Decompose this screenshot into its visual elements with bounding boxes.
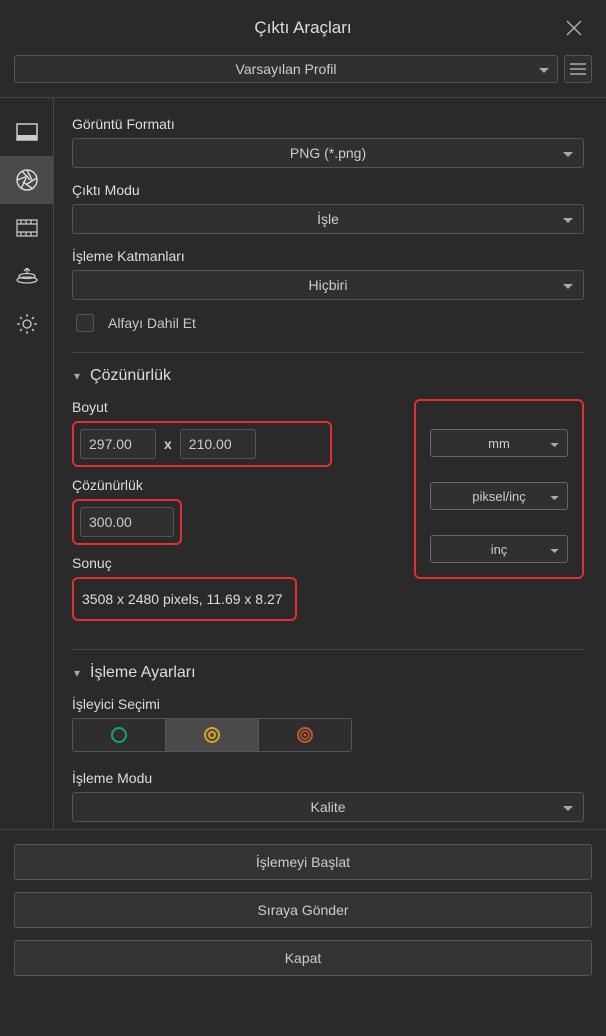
chevron-down-icon	[550, 436, 559, 451]
result-label: Sonuç	[72, 555, 332, 571]
chevron-down-icon	[563, 799, 573, 815]
profile-select[interactable]: Varsayılan Profil	[14, 55, 558, 83]
unit-size-select[interactable]: mm	[430, 429, 568, 457]
renderer-selector	[72, 718, 352, 752]
format-select[interactable]: PNG (*.png)	[72, 138, 584, 168]
profile-value: Varsayılan Profil	[236, 61, 337, 77]
render-section-header[interactable]: ▾ İşleme Ayarları	[74, 664, 584, 682]
layers-value: Hiçbiri	[309, 277, 348, 293]
resolution-input[interactable]: 300.00	[80, 507, 174, 537]
queue-button[interactable]: Sıraya Gönder	[14, 892, 592, 928]
layers-select[interactable]: Hiçbiri	[72, 270, 584, 300]
mode-label: Çıktı Modu	[72, 182, 584, 198]
renderer-option-2[interactable]	[166, 719, 259, 751]
profile-menu-button[interactable]	[564, 55, 592, 83]
renderer-option-1[interactable]	[73, 719, 166, 751]
unit-result-select[interactable]: inç	[430, 535, 568, 563]
close-button[interactable]: Kapat	[14, 940, 592, 976]
chevron-down-icon	[563, 145, 573, 161]
renderer-option-3[interactable]	[259, 719, 351, 751]
tab-sun[interactable]	[0, 300, 53, 348]
size-x: x	[164, 436, 172, 452]
mode-select[interactable]: İşle	[72, 204, 584, 234]
start-button[interactable]: İşlemeyi Başlat	[14, 844, 592, 880]
tab-stack[interactable]	[0, 252, 53, 300]
render-mode-value: Kalite	[310, 799, 345, 815]
tab-image[interactable]	[0, 108, 53, 156]
unit-result-value: inç	[491, 542, 508, 557]
result-value: 3508 x 2480 pixels, 11.69 x 8.27	[80, 585, 289, 613]
layers-label: İşleme Katmanları	[72, 248, 584, 264]
render-mode-label: İşleme Modu	[72, 770, 584, 786]
chevron-down-icon: ▾	[74, 666, 80, 680]
format-value: PNG (*.png)	[290, 145, 366, 161]
chevron-down-icon: ▾	[74, 369, 80, 383]
resolution-title: Çözünürlük	[90, 367, 171, 385]
tab-film[interactable]	[0, 204, 53, 252]
render-mode-select[interactable]: Kalite	[72, 792, 584, 822]
alpha-checkbox[interactable]	[76, 314, 94, 332]
size-height-input[interactable]: 210.00	[180, 429, 256, 459]
resolution-section-header[interactable]: ▾ Çözünürlük	[74, 367, 584, 385]
unit-res-select[interactable]: piksel/inç	[430, 482, 568, 510]
window-title: Çıktı Araçları	[254, 18, 351, 38]
alpha-label: Alfayı Dahil Et	[108, 315, 196, 331]
chevron-down-icon	[550, 489, 559, 504]
chevron-down-icon	[563, 211, 573, 227]
size-label: Boyut	[72, 399, 332, 415]
format-label: Görüntü Formatı	[72, 116, 584, 132]
chevron-down-icon	[550, 542, 559, 557]
chevron-down-icon	[563, 277, 573, 293]
size-width-input[interactable]: 297.00	[80, 429, 156, 459]
tab-aperture[interactable]	[0, 156, 53, 204]
renderer-label: İşleyici Seçimi	[72, 696, 584, 712]
unit-size-value: mm	[488, 436, 510, 451]
render-title: İşleme Ayarları	[90, 664, 196, 682]
mode-value: İşle	[317, 211, 339, 227]
unit-column: mm piksel/inç inç	[414, 399, 584, 579]
chevron-down-icon	[539, 61, 549, 77]
res-label: Çözünürlük	[72, 477, 332, 493]
close-icon[interactable]	[560, 14, 588, 42]
unit-res-value: piksel/inç	[472, 489, 525, 504]
